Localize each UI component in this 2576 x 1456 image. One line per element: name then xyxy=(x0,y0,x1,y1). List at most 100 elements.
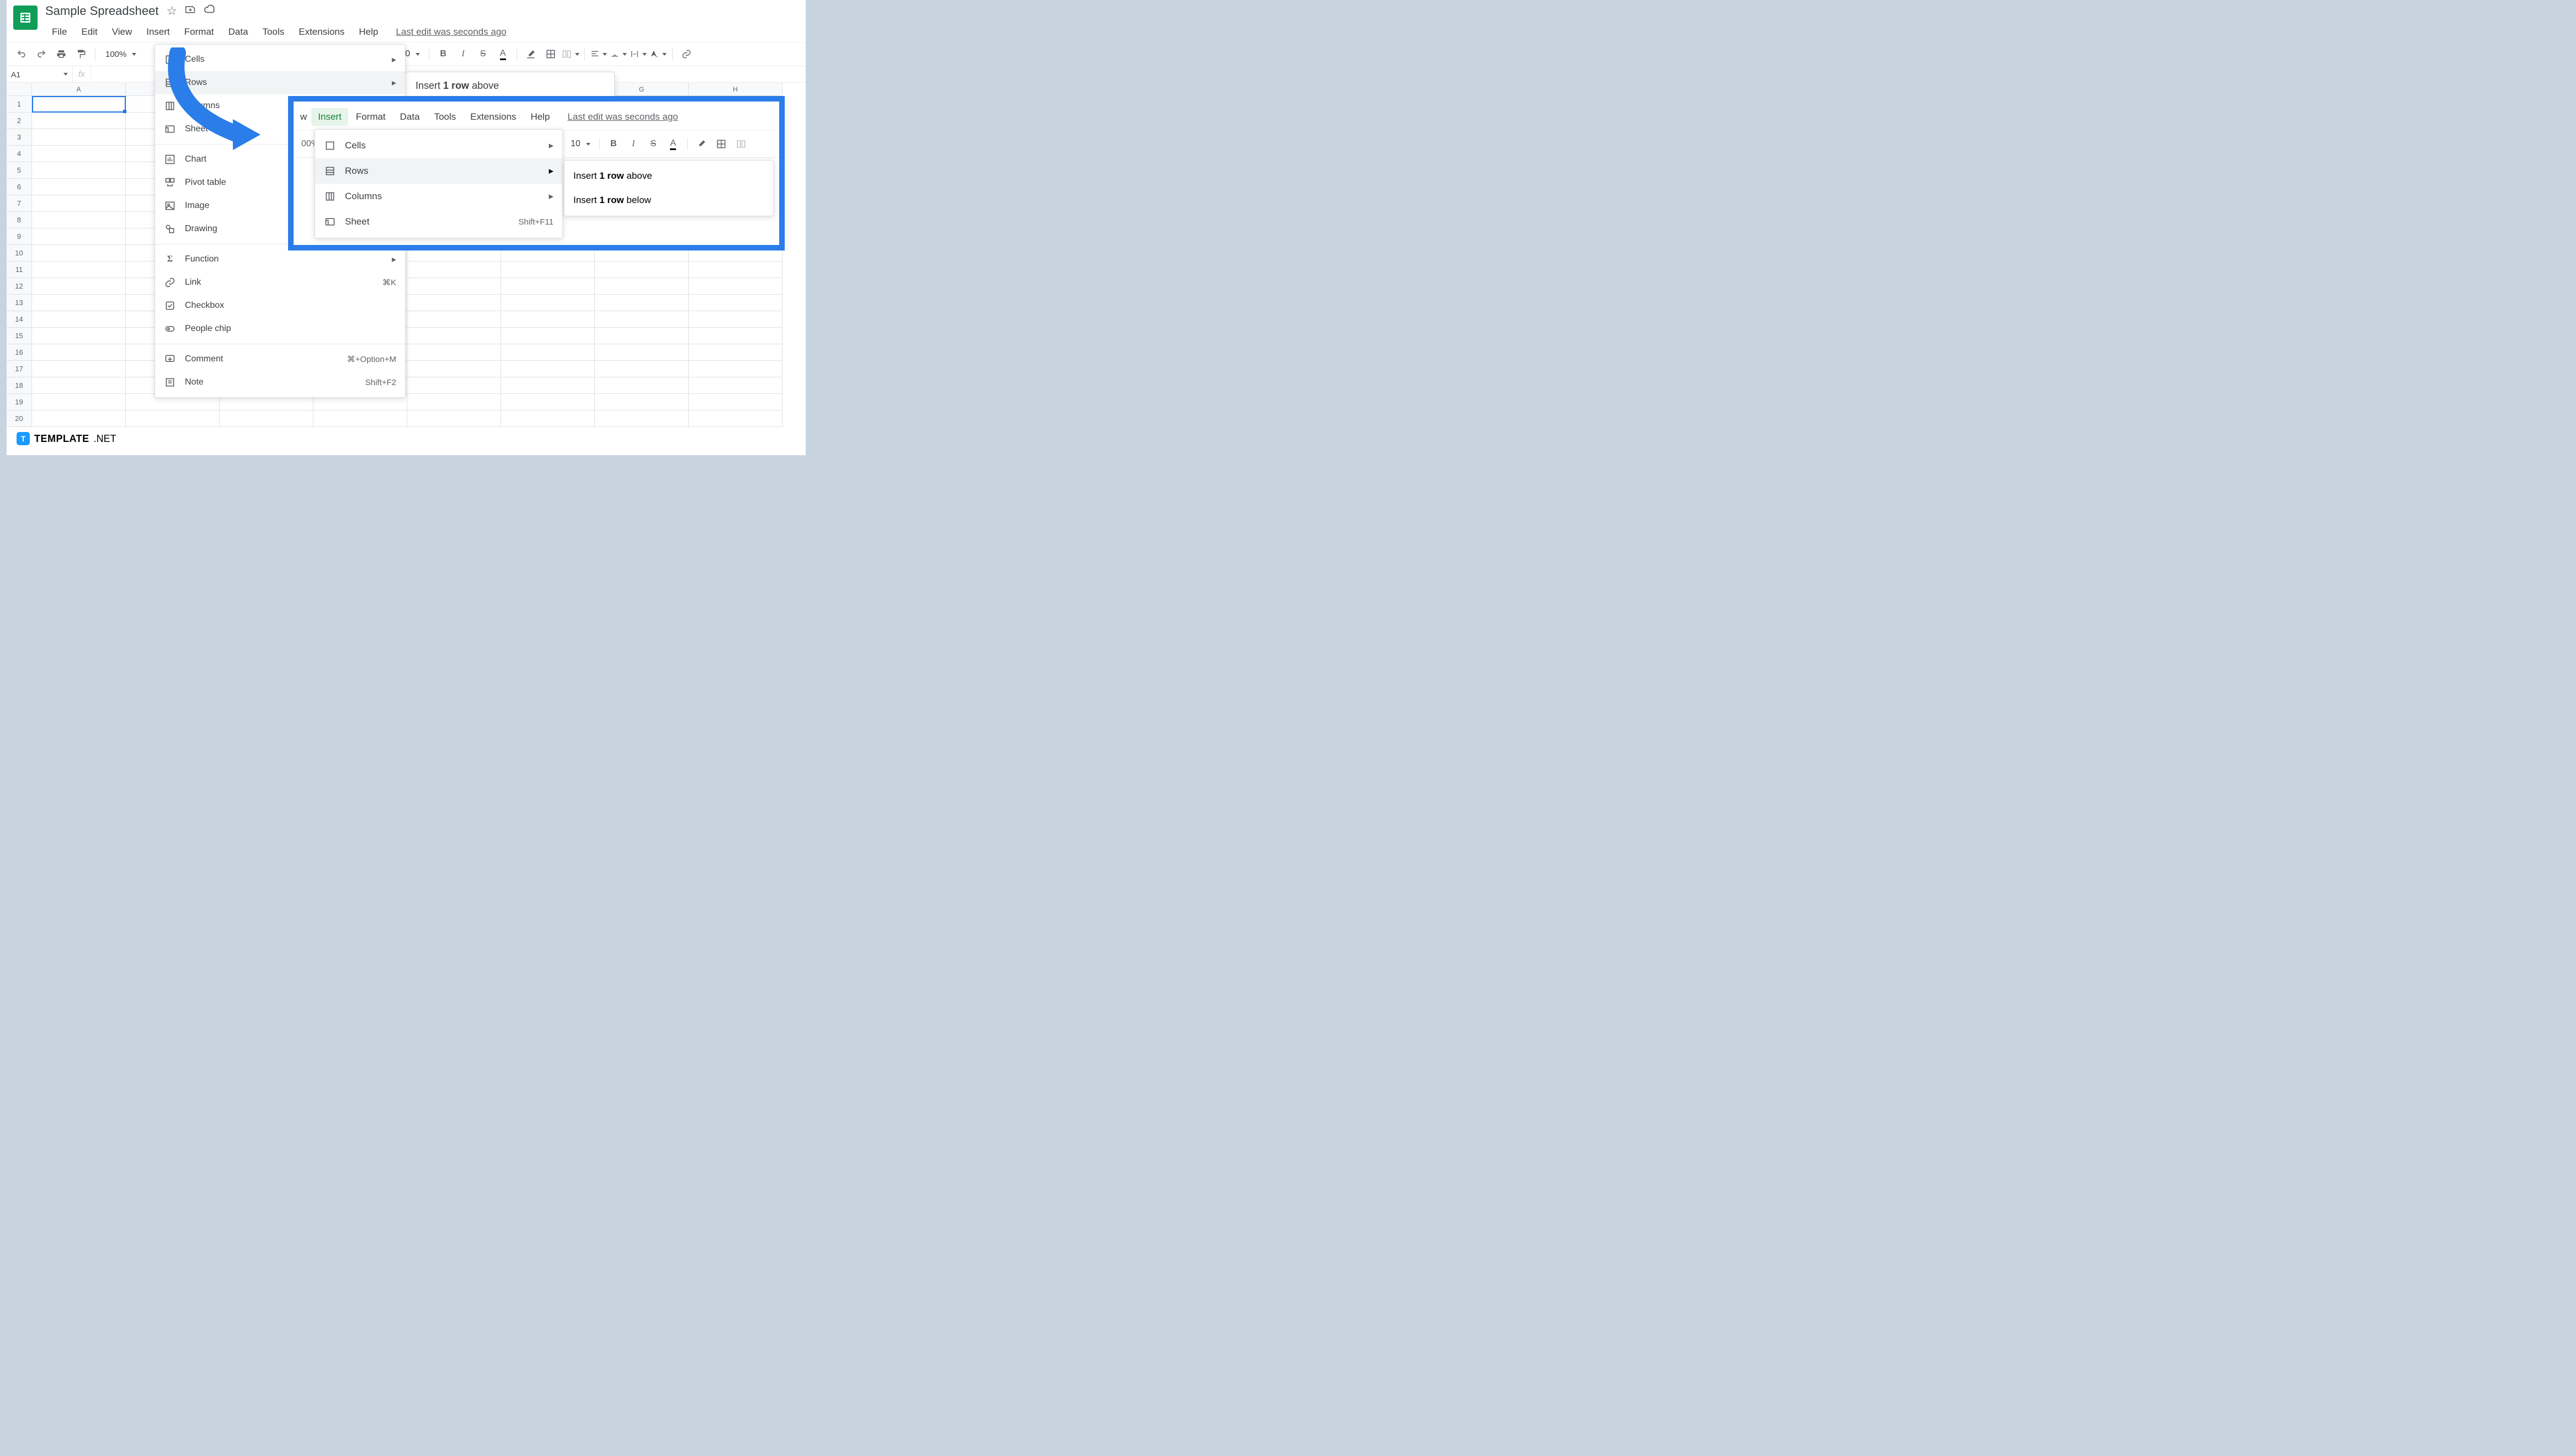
row-header[interactable]: 3 xyxy=(7,129,32,146)
cell[interactable] xyxy=(595,410,689,427)
bold-inset[interactable]: B xyxy=(604,135,623,153)
cell[interactable] xyxy=(32,179,126,195)
cell[interactable] xyxy=(407,394,501,410)
cell[interactable] xyxy=(501,328,595,344)
row-header[interactable]: 16 xyxy=(7,344,32,361)
inset-cells[interactable]: Cells▸ xyxy=(315,133,562,158)
cell[interactable] xyxy=(32,162,126,179)
cell[interactable] xyxy=(689,344,783,361)
cell[interactable] xyxy=(32,328,126,344)
horizontal-align-button[interactable] xyxy=(589,45,608,63)
italic-button[interactable]: I xyxy=(454,45,472,63)
cell[interactable] xyxy=(313,410,407,427)
insert-link-button[interactable] xyxy=(677,45,696,63)
undo-button[interactable] xyxy=(12,45,31,63)
row-header[interactable]: 8 xyxy=(7,212,32,228)
row-header[interactable]: 18 xyxy=(7,377,32,394)
cell[interactable] xyxy=(595,278,689,295)
menu-item-function[interactable]: Σ Function▸ xyxy=(155,248,405,271)
cell[interactable] xyxy=(689,278,783,295)
cell[interactable] xyxy=(501,278,595,295)
cell[interactable] xyxy=(220,410,313,427)
sheets-logo[interactable] xyxy=(13,6,38,30)
menu-tools-inset[interactable]: Tools xyxy=(428,108,463,126)
fill-color-button[interactable] xyxy=(521,45,540,63)
cell[interactable] xyxy=(501,344,595,361)
borders-button[interactable] xyxy=(541,45,560,63)
text-wrap-button[interactable] xyxy=(629,45,648,63)
cell[interactable] xyxy=(689,410,783,427)
star-icon[interactable]: ☆ xyxy=(166,4,177,18)
inset-rows[interactable]: Rows▸ xyxy=(315,158,562,184)
last-edit-link-inset[interactable]: Last edit was seconds ago xyxy=(567,111,678,122)
cell[interactable] xyxy=(407,295,501,311)
menu-view[interactable]: View xyxy=(105,23,139,41)
formula-bar[interactable]: fx xyxy=(73,66,91,82)
cell[interactable] xyxy=(32,113,126,129)
row-header[interactable]: 12 xyxy=(7,278,32,295)
menu-item-note[interactable]: NoteShift+F2 xyxy=(155,371,405,394)
doc-title[interactable]: Sample Spreadsheet xyxy=(45,4,158,18)
row-header[interactable]: 17 xyxy=(7,361,32,377)
menu-item-checkbox[interactable]: Checkbox xyxy=(155,294,405,317)
zoom-dropdown[interactable]: 100% xyxy=(100,45,140,63)
cell[interactable] xyxy=(32,262,126,278)
row-header[interactable]: 19 xyxy=(7,394,32,410)
cell[interactable] xyxy=(407,262,501,278)
menu-help-inset[interactable]: Help xyxy=(524,108,556,126)
cell[interactable] xyxy=(501,361,595,377)
cell[interactable] xyxy=(501,311,595,328)
row-header[interactable]: 1 xyxy=(7,96,32,113)
col-header[interactable]: A xyxy=(32,83,126,96)
strike-inset[interactable]: S xyxy=(644,135,663,153)
menu-tools[interactable]: Tools xyxy=(256,23,291,41)
menu-data-inset[interactable]: Data xyxy=(393,108,427,126)
cell[interactable] xyxy=(126,410,220,427)
text-rotation-button[interactable] xyxy=(649,45,668,63)
cell[interactable] xyxy=(32,228,126,245)
vertical-align-button[interactable] xyxy=(609,45,628,63)
cell[interactable] xyxy=(689,361,783,377)
redo-button[interactable] xyxy=(32,45,51,63)
col-header[interactable]: H xyxy=(689,83,783,96)
row-header[interactable]: 7 xyxy=(7,195,32,212)
cell[interactable] xyxy=(32,212,126,228)
cell[interactable] xyxy=(595,295,689,311)
cell[interactable] xyxy=(501,295,595,311)
last-edit-link[interactable]: Last edit was seconds ago xyxy=(396,26,506,38)
cell[interactable] xyxy=(501,410,595,427)
cell[interactable] xyxy=(32,344,126,361)
cell[interactable] xyxy=(407,410,501,427)
cell[interactable] xyxy=(407,278,501,295)
strikethrough-button[interactable]: S xyxy=(473,45,492,63)
row-header[interactable]: 4 xyxy=(7,146,32,162)
cell[interactable] xyxy=(689,311,783,328)
borders-inset[interactable] xyxy=(712,135,731,153)
cell[interactable] xyxy=(407,311,501,328)
row-header[interactable]: 20 xyxy=(7,410,32,427)
merge-cells-button[interactable] xyxy=(561,45,580,63)
cloud-status-icon[interactable] xyxy=(204,3,216,19)
font-size-inset[interactable]: 10 xyxy=(571,139,590,149)
menu-edit[interactable]: Edit xyxy=(74,23,104,41)
row-header[interactable]: 2 xyxy=(7,113,32,129)
cell[interactable] xyxy=(407,361,501,377)
cell[interactable] xyxy=(32,96,126,113)
row-header[interactable]: 9 xyxy=(7,228,32,245)
inset-sheet[interactable]: SheetShift+F11 xyxy=(315,209,562,234)
row-header[interactable]: 6 xyxy=(7,179,32,195)
cell[interactable] xyxy=(32,295,126,311)
cell[interactable] xyxy=(407,328,501,344)
text-color-button[interactable]: A xyxy=(493,45,512,63)
row-header[interactable]: 15 xyxy=(7,328,32,344)
menu-file[interactable]: File xyxy=(45,23,73,41)
cell[interactable] xyxy=(595,361,689,377)
cell[interactable] xyxy=(595,344,689,361)
text-color-inset[interactable]: A xyxy=(664,135,683,153)
menu-format-inset[interactable]: Format xyxy=(349,108,392,126)
print-button[interactable] xyxy=(52,45,71,63)
menu-insert[interactable]: Insert xyxy=(140,23,177,41)
cell[interactable] xyxy=(407,344,501,361)
select-all-corner[interactable] xyxy=(7,83,32,96)
cell[interactable] xyxy=(32,245,126,262)
